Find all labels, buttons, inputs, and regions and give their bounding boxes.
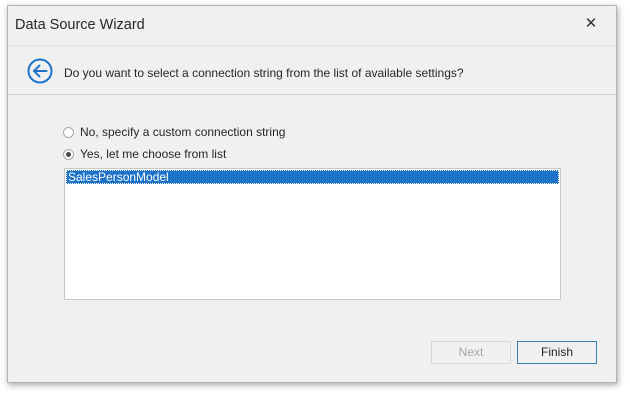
data-source-wizard-dialog: Data Source Wizard ✕ Do you want to sele… <box>7 5 617 383</box>
radio-option-custom[interactable]: No, specify a custom connection string <box>63 124 285 140</box>
radio-option-choose-from-list[interactable]: Yes, let me choose from list <box>63 146 226 162</box>
connection-string-list[interactable]: SalesPersonModel <box>64 168 561 300</box>
list-item[interactable]: SalesPersonModel <box>66 170 559 184</box>
wizard-question: Do you want to select a connection strin… <box>64 66 464 80</box>
radio-label-custom: No, specify a custom connection string <box>80 125 286 139</box>
divider <box>8 94 616 95</box>
next-button[interactable]: Next <box>431 341 511 364</box>
wizard-header: Do you want to select a connection strin… <box>8 46 616 94</box>
close-icon[interactable]: ✕ <box>582 15 600 33</box>
radio-label-choose-from-list: Yes, let me choose from list <box>80 147 227 161</box>
radio-button-choose-from-list[interactable] <box>63 148 74 160</box>
radio-button-custom[interactable] <box>63 126 74 138</box>
finish-button[interactable]: Finish <box>517 341 597 364</box>
back-arrow-circle-icon[interactable] <box>27 58 53 84</box>
window-title: Data Source Wizard <box>15 17 145 33</box>
title-bar: Data Source Wizard ✕ <box>8 6 616 44</box>
